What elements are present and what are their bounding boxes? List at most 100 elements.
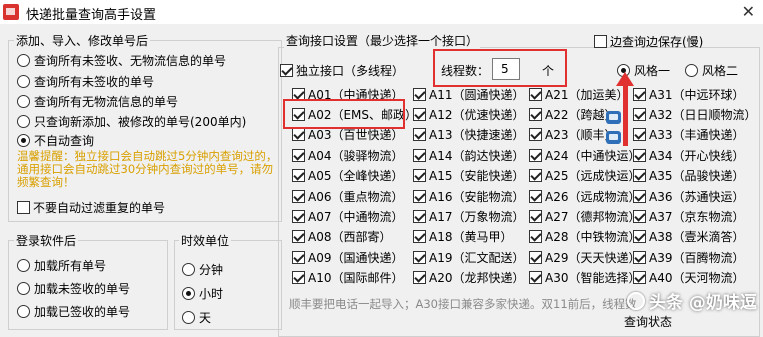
courier-checkbox-a08[interactable]: A08（西部寄） (292, 228, 391, 246)
radio-load-all[interactable]: 加载所有单号 (17, 256, 106, 274)
threads-highlight-box (433, 49, 567, 87)
radio-load-signed[interactable]: 加载已签收的单号 (17, 302, 130, 320)
courier-checkbox-a13[interactable]: A13（快捷速递） (413, 126, 524, 144)
radio-no-auto-query[interactable]: 不自动查询 (17, 131, 94, 149)
radio-circle (17, 281, 30, 295)
courier-label: A21（加运美） (545, 87, 629, 102)
radio-query-unsigned-noinfo[interactable]: 查询所有未签收、无物流信息的单号 (17, 51, 226, 69)
courier-checkbox-a06[interactable]: A06（重点物流） (292, 187, 403, 205)
checkbox-box-checked (413, 169, 426, 183)
courier-checkbox-a28[interactable]: A28（中铁物流） (529, 228, 640, 246)
courier-label: A30（智能选择） (545, 271, 641, 286)
courier-label: A31（中远环球） (649, 87, 745, 102)
radio-query-noinfo[interactable]: 查询所有无物流信息的单号 (17, 92, 178, 110)
courier-label: A12（优速快递） (429, 107, 525, 122)
courier-checkbox-a33[interactable]: A33（丰通快递） (633, 126, 744, 144)
courier-checkbox-a34[interactable]: A34（开心快线） (633, 146, 744, 164)
courier-label: A35（品骏快递） (649, 169, 745, 184)
watermark-logo-icon (627, 291, 645, 310)
courier-checkbox-a15[interactable]: A15（安能快递） (413, 167, 524, 185)
courier-checkbox-a38[interactable]: A38（壹米滴答） (633, 228, 744, 246)
checkbox-box-checked (292, 250, 305, 264)
radio-label: 只查询新添加、被修改的单号(200单内) (34, 114, 247, 129)
checkbox-no-filter-duplicates[interactable]: 不要自动过滤重复的单号 (17, 198, 165, 216)
courier-checkbox-a12[interactable]: A12（优速快递） (413, 105, 524, 123)
checkbox-box-checked (633, 107, 646, 121)
radio-load-unsigned[interactable]: 加载未签收的单号 (17, 279, 130, 297)
radio-label: 小时 (199, 286, 224, 301)
courier-checkbox-a29[interactable]: A29（天天快递） (529, 248, 640, 266)
checkbox-box-checked (633, 271, 646, 285)
courier-label: A11（圆通快递） (429, 87, 525, 102)
courier-label: A34（开心快线） (649, 148, 745, 163)
checkbox-independent-api[interactable]: 独立接口（多线程） (280, 61, 404, 79)
checkbox-box-checked (413, 209, 426, 223)
close-button[interactable]: ✕ (742, 2, 755, 21)
courier-label: A29（天天快递） (545, 250, 641, 265)
radio-hour[interactable]: 小时 (182, 284, 223, 302)
courier-checkbox-a23[interactable]: A23（顺丰） (529, 126, 616, 144)
courier-checkbox-a24[interactable]: A24（中通快运） (529, 146, 640, 164)
courier-checkbox-a39[interactable]: A39（百腾物流） (633, 248, 744, 266)
courier-label: A40（天河物流） (649, 271, 745, 286)
courier-checkbox-a35[interactable]: A35（品骏快递） (633, 167, 744, 185)
courier-checkbox-a11[interactable]: A11（圆通快递） (413, 85, 524, 103)
checkbox-box-checked (292, 271, 305, 285)
radio-style-two[interactable]: 风格二 (685, 61, 738, 79)
courier-checkbox-a32[interactable]: A32（日日顺物流） (633, 105, 756, 123)
courier-checkbox-a10[interactable]: A10（国际邮件） (292, 269, 403, 287)
courier-checkbox-a37[interactable]: A37（京东物流） (633, 207, 744, 225)
courier-checkbox-a09[interactable]: A09（国通快递） (292, 248, 403, 266)
checkbox-box-checked (529, 128, 542, 142)
courier-label: A28（中铁物流） (545, 230, 641, 245)
courier-checkbox-a21[interactable]: A21（加运美） (529, 85, 628, 103)
courier-checkbox-a22[interactable]: A22（跨越） (529, 105, 616, 123)
checkbox-box-checked (413, 271, 426, 285)
checkbox-box (594, 34, 607, 48)
courier-label: A25（远成快运） (545, 169, 641, 184)
courier-checkbox-a31[interactable]: A31（中远环球） (633, 85, 744, 103)
courier-label: A04（骏驿物流） (308, 148, 404, 163)
courier-checkbox-a27[interactable]: A27（德邦物流） (529, 207, 640, 225)
courier-checkbox-a19[interactable]: A19（汇文配送） (413, 248, 524, 266)
courier-label: A16（安能物流） (429, 189, 525, 204)
courier-checkbox-a04[interactable]: A04（骏驿物流） (292, 146, 403, 164)
radio-day[interactable]: 天 (182, 308, 211, 326)
checkbox-box-checked (633, 148, 646, 162)
checkbox-box-checked (292, 169, 305, 183)
checkbox-box-checked (413, 107, 426, 121)
courier-checkbox-a40[interactable]: A40（天河物流） (633, 269, 744, 287)
radio-label: 查询所有无物流信息的单号 (34, 94, 179, 109)
radio-label: 加载所有单号 (34, 258, 107, 273)
courier-checkbox-a07[interactable]: A07（中通物流） (292, 207, 403, 225)
radio-query-new-only[interactable]: 只查询新添加、被修改的单号(200单内) (17, 112, 246, 130)
checkbox-box-checked (292, 189, 305, 203)
checkbox-save-while-query[interactable]: 边查询边保存(慢) (594, 32, 703, 50)
courier-checkbox-a26[interactable]: A26（远成物流） (529, 187, 640, 205)
checkbox-box-checked (529, 250, 542, 264)
group-login-title: 登录软件后 (14, 232, 79, 249)
radio-minute[interactable]: 分钟 (182, 260, 223, 278)
checkbox-box-checked (633, 250, 646, 264)
courier-label: A15（安能快递） (429, 169, 525, 184)
radio-circle-selected (17, 133, 30, 147)
courier-label: A19（汇文配送） (429, 250, 525, 265)
courier-checkbox-a30[interactable]: A30（智能选择） (529, 269, 640, 287)
checkbox-box-checked (633, 87, 646, 101)
radio-circle (17, 74, 30, 88)
title-bar: 快递批量查询高手设置 ✕ (0, 0, 763, 24)
courier-checkbox-a14[interactable]: A14（韵达快递） (413, 146, 524, 164)
courier-checkbox-a20[interactable]: A20（龙邦快递） (413, 269, 524, 287)
checkbox-box-checked (292, 209, 305, 223)
courier-checkbox-a18[interactable]: A18（黄马甲） (413, 228, 512, 246)
courier-checkbox-a25[interactable]: A25（远成快运） (529, 167, 640, 185)
courier-checkbox-a16[interactable]: A16（安能物流） (413, 187, 524, 205)
courier-checkbox-a17[interactable]: A17（万象物流） (413, 207, 524, 225)
courier-checkbox-a05[interactable]: A05（全峰快递） (292, 167, 403, 185)
radio-query-unsigned[interactable]: 查询所有未签收的单号 (17, 72, 154, 90)
phone-icon-a23 (606, 131, 621, 144)
checkbox-box-checked (292, 148, 305, 162)
courier-checkbox-a36[interactable]: A36（苏通快运） (633, 187, 744, 205)
radio-label: 分钟 (199, 262, 224, 277)
checkbox-box-checked (292, 230, 305, 244)
